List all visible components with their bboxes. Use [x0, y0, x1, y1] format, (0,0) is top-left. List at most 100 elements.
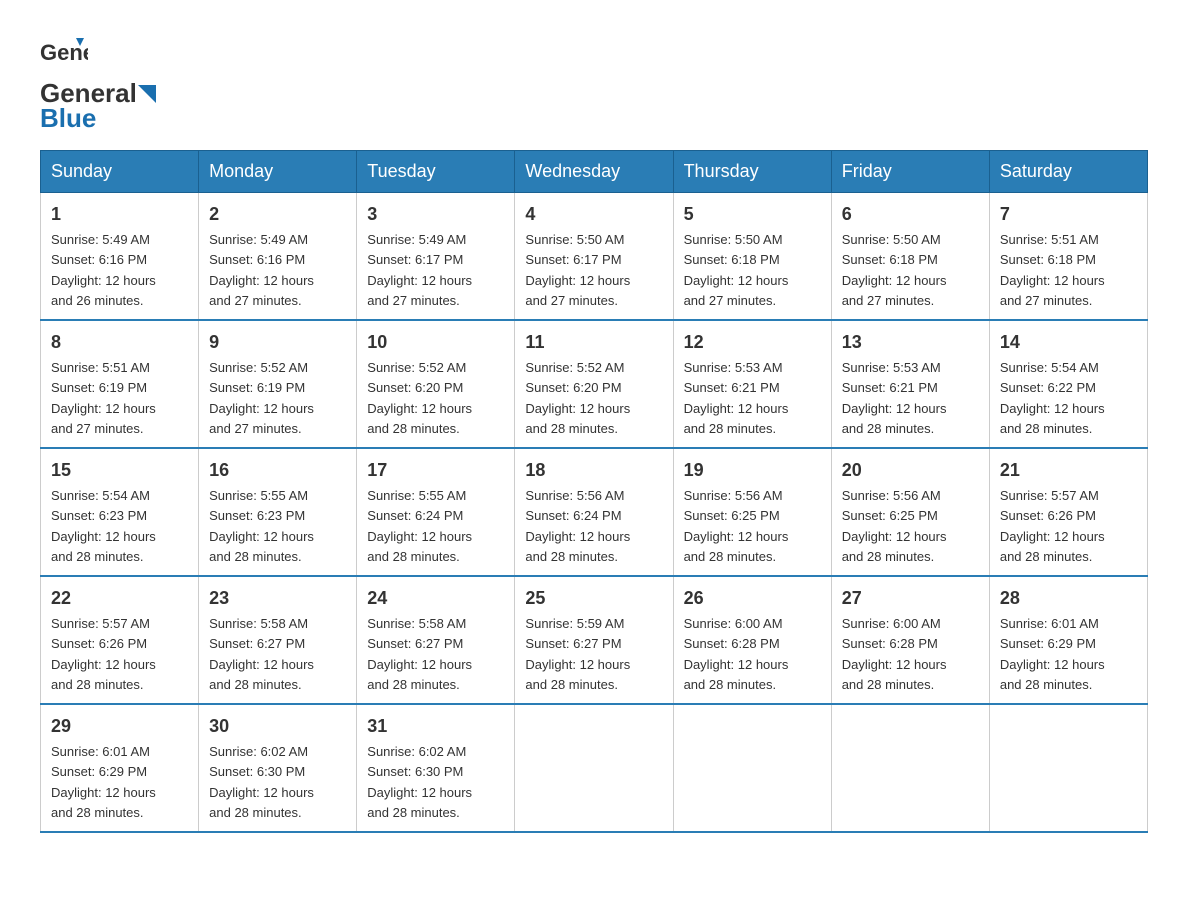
logo: General General Blue: [40, 30, 156, 134]
day-number: 9: [209, 329, 346, 356]
calendar-day-cell: [673, 704, 831, 832]
day-number: 28: [1000, 585, 1137, 612]
calendar-week-row: 8 Sunrise: 5:51 AMSunset: 6:19 PMDayligh…: [41, 320, 1148, 448]
weekday-header-thursday: Thursday: [673, 151, 831, 193]
logo-icon: General: [40, 30, 88, 78]
calendar-day-cell: 13 Sunrise: 5:53 AMSunset: 6:21 PMDaylig…: [831, 320, 989, 448]
calendar-day-cell: 31 Sunrise: 6:02 AMSunset: 6:30 PMDaylig…: [357, 704, 515, 832]
calendar-day-cell: 30 Sunrise: 6:02 AMSunset: 6:30 PMDaylig…: [199, 704, 357, 832]
day-number: 27: [842, 585, 979, 612]
calendar-day-cell: 4 Sunrise: 5:50 AMSunset: 6:17 PMDayligh…: [515, 193, 673, 321]
day-info: Sunrise: 5:51 AMSunset: 6:19 PMDaylight:…: [51, 360, 156, 436]
day-number: 7: [1000, 201, 1137, 228]
day-info: Sunrise: 5:56 AMSunset: 6:25 PMDaylight:…: [684, 488, 789, 564]
calendar-week-row: 22 Sunrise: 5:57 AMSunset: 6:26 PMDaylig…: [41, 576, 1148, 704]
weekday-header-tuesday: Tuesday: [357, 151, 515, 193]
day-info: Sunrise: 5:53 AMSunset: 6:21 PMDaylight:…: [842, 360, 947, 436]
day-info: Sunrise: 5:57 AMSunset: 6:26 PMDaylight:…: [1000, 488, 1105, 564]
day-info: Sunrise: 5:49 AMSunset: 6:16 PMDaylight:…: [209, 232, 314, 308]
day-number: 2: [209, 201, 346, 228]
calendar-day-cell: 7 Sunrise: 5:51 AMSunset: 6:18 PMDayligh…: [989, 193, 1147, 321]
calendar-day-cell: 29 Sunrise: 6:01 AMSunset: 6:29 PMDaylig…: [41, 704, 199, 832]
calendar-day-cell: [831, 704, 989, 832]
day-info: Sunrise: 5:51 AMSunset: 6:18 PMDaylight:…: [1000, 232, 1105, 308]
calendar-day-cell: 3 Sunrise: 5:49 AMSunset: 6:17 PMDayligh…: [357, 193, 515, 321]
day-number: 8: [51, 329, 188, 356]
day-info: Sunrise: 5:50 AMSunset: 6:18 PMDaylight:…: [842, 232, 947, 308]
calendar-week-row: 15 Sunrise: 5:54 AMSunset: 6:23 PMDaylig…: [41, 448, 1148, 576]
day-number: 21: [1000, 457, 1137, 484]
logo-blue: Blue: [40, 103, 96, 134]
calendar-header: SundayMondayTuesdayWednesdayThursdayFrid…: [41, 151, 1148, 193]
calendar-day-cell: 25 Sunrise: 5:59 AMSunset: 6:27 PMDaylig…: [515, 576, 673, 704]
day-info: Sunrise: 6:01 AMSunset: 6:29 PMDaylight:…: [51, 744, 156, 820]
calendar-day-cell: 18 Sunrise: 5:56 AMSunset: 6:24 PMDaylig…: [515, 448, 673, 576]
calendar-day-cell: 9 Sunrise: 5:52 AMSunset: 6:19 PMDayligh…: [199, 320, 357, 448]
logo-triangle-icon: [138, 85, 156, 103]
day-number: 24: [367, 585, 504, 612]
day-info: Sunrise: 5:55 AMSunset: 6:23 PMDaylight:…: [209, 488, 314, 564]
day-number: 1: [51, 201, 188, 228]
day-number: 4: [525, 201, 662, 228]
weekday-header-saturday: Saturday: [989, 151, 1147, 193]
day-info: Sunrise: 5:52 AMSunset: 6:19 PMDaylight:…: [209, 360, 314, 436]
calendar-day-cell: 14 Sunrise: 5:54 AMSunset: 6:22 PMDaylig…: [989, 320, 1147, 448]
day-number: 18: [525, 457, 662, 484]
calendar-day-cell: 19 Sunrise: 5:56 AMSunset: 6:25 PMDaylig…: [673, 448, 831, 576]
day-info: Sunrise: 5:52 AMSunset: 6:20 PMDaylight:…: [525, 360, 630, 436]
calendar-day-cell: 26 Sunrise: 6:00 AMSunset: 6:28 PMDaylig…: [673, 576, 831, 704]
day-number: 16: [209, 457, 346, 484]
day-info: Sunrise: 5:53 AMSunset: 6:21 PMDaylight:…: [684, 360, 789, 436]
calendar-week-row: 1 Sunrise: 5:49 AMSunset: 6:16 PMDayligh…: [41, 193, 1148, 321]
day-info: Sunrise: 5:49 AMSunset: 6:17 PMDaylight:…: [367, 232, 472, 308]
weekday-header-friday: Friday: [831, 151, 989, 193]
day-info: Sunrise: 5:54 AMSunset: 6:23 PMDaylight:…: [51, 488, 156, 564]
calendar-day-cell: 27 Sunrise: 6:00 AMSunset: 6:28 PMDaylig…: [831, 576, 989, 704]
calendar-day-cell: 22 Sunrise: 5:57 AMSunset: 6:26 PMDaylig…: [41, 576, 199, 704]
calendar-day-cell: 16 Sunrise: 5:55 AMSunset: 6:23 PMDaylig…: [199, 448, 357, 576]
calendar-day-cell: 5 Sunrise: 5:50 AMSunset: 6:18 PMDayligh…: [673, 193, 831, 321]
calendar-day-cell: 8 Sunrise: 5:51 AMSunset: 6:19 PMDayligh…: [41, 320, 199, 448]
day-info: Sunrise: 6:00 AMSunset: 6:28 PMDaylight:…: [842, 616, 947, 692]
calendar-day-cell: 20 Sunrise: 5:56 AMSunset: 6:25 PMDaylig…: [831, 448, 989, 576]
weekday-header-row: SundayMondayTuesdayWednesdayThursdayFrid…: [41, 151, 1148, 193]
day-number: 20: [842, 457, 979, 484]
calendar-day-cell: 15 Sunrise: 5:54 AMSunset: 6:23 PMDaylig…: [41, 448, 199, 576]
day-info: Sunrise: 5:49 AMSunset: 6:16 PMDaylight:…: [51, 232, 156, 308]
day-number: 14: [1000, 329, 1137, 356]
day-number: 11: [525, 329, 662, 356]
day-number: 22: [51, 585, 188, 612]
day-info: Sunrise: 5:56 AMSunset: 6:25 PMDaylight:…: [842, 488, 947, 564]
calendar-day-cell: 11 Sunrise: 5:52 AMSunset: 6:20 PMDaylig…: [515, 320, 673, 448]
day-number: 6: [842, 201, 979, 228]
day-number: 26: [684, 585, 821, 612]
calendar-day-cell: 12 Sunrise: 5:53 AMSunset: 6:21 PMDaylig…: [673, 320, 831, 448]
day-info: Sunrise: 5:54 AMSunset: 6:22 PMDaylight:…: [1000, 360, 1105, 436]
day-number: 29: [51, 713, 188, 740]
day-info: Sunrise: 6:02 AMSunset: 6:30 PMDaylight:…: [367, 744, 472, 820]
page-header: General General Blue: [40, 30, 1148, 134]
day-number: 13: [842, 329, 979, 356]
calendar-day-cell: 2 Sunrise: 5:49 AMSunset: 6:16 PMDayligh…: [199, 193, 357, 321]
day-info: Sunrise: 5:56 AMSunset: 6:24 PMDaylight:…: [525, 488, 630, 564]
day-info: Sunrise: 5:50 AMSunset: 6:18 PMDaylight:…: [684, 232, 789, 308]
day-number: 15: [51, 457, 188, 484]
calendar-day-cell: 28 Sunrise: 6:01 AMSunset: 6:29 PMDaylig…: [989, 576, 1147, 704]
calendar-day-cell: [515, 704, 673, 832]
calendar-day-cell: 1 Sunrise: 5:49 AMSunset: 6:16 PMDayligh…: [41, 193, 199, 321]
calendar-week-row: 29 Sunrise: 6:01 AMSunset: 6:29 PMDaylig…: [41, 704, 1148, 832]
day-number: 30: [209, 713, 346, 740]
day-info: Sunrise: 5:55 AMSunset: 6:24 PMDaylight:…: [367, 488, 472, 564]
day-info: Sunrise: 5:58 AMSunset: 6:27 PMDaylight:…: [367, 616, 472, 692]
day-info: Sunrise: 5:59 AMSunset: 6:27 PMDaylight:…: [525, 616, 630, 692]
day-info: Sunrise: 5:57 AMSunset: 6:26 PMDaylight:…: [51, 616, 156, 692]
weekday-header-wednesday: Wednesday: [515, 151, 673, 193]
day-number: 12: [684, 329, 821, 356]
calendar-day-cell: [989, 704, 1147, 832]
calendar-day-cell: 21 Sunrise: 5:57 AMSunset: 6:26 PMDaylig…: [989, 448, 1147, 576]
calendar-day-cell: 6 Sunrise: 5:50 AMSunset: 6:18 PMDayligh…: [831, 193, 989, 321]
day-info: Sunrise: 6:02 AMSunset: 6:30 PMDaylight:…: [209, 744, 314, 820]
day-info: Sunrise: 6:01 AMSunset: 6:29 PMDaylight:…: [1000, 616, 1105, 692]
weekday-header-sunday: Sunday: [41, 151, 199, 193]
day-number: 23: [209, 585, 346, 612]
